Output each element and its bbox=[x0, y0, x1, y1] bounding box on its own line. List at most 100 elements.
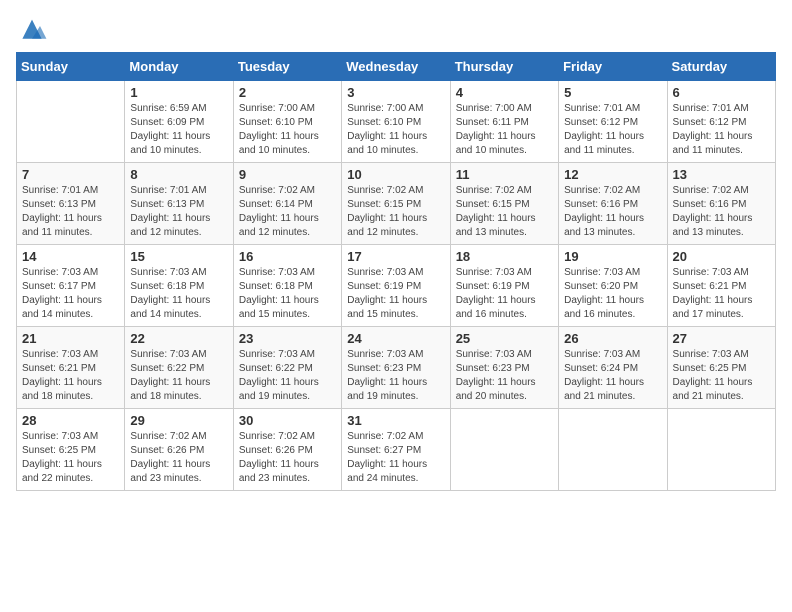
calendar-week-row: 14 Sunrise: 7:03 AM Sunset: 6:17 PM Dayli… bbox=[17, 245, 776, 327]
day-number: 17 bbox=[347, 249, 444, 264]
day-number: 15 bbox=[130, 249, 227, 264]
day-number: 20 bbox=[673, 249, 770, 264]
calendar-header-thursday: Thursday bbox=[450, 53, 558, 81]
calendar-cell: 25 Sunrise: 7:03 AM Sunset: 6:23 PM Dayli… bbox=[450, 327, 558, 409]
page-header bbox=[16, 16, 776, 44]
day-number: 23 bbox=[239, 331, 336, 346]
calendar-cell: 2 Sunrise: 7:00 AM Sunset: 6:10 PM Daylig… bbox=[233, 81, 341, 163]
calendar-cell: 23 Sunrise: 7:03 AM Sunset: 6:22 PM Dayli… bbox=[233, 327, 341, 409]
day-info: Sunrise: 7:03 AM Sunset: 6:21 PM Dayligh… bbox=[673, 266, 770, 322]
day-info: Sunrise: 7:02 AM Sunset: 6:16 PM Dayligh… bbox=[564, 184, 661, 240]
calendar-cell: 19 Sunrise: 7:03 AM Sunset: 6:20 PM Dayli… bbox=[559, 245, 667, 327]
day-info: Sunrise: 7:03 AM Sunset: 6:18 PM Dayligh… bbox=[239, 266, 336, 322]
calendar-cell: 27 Sunrise: 7:03 AM Sunset: 6:25 PM Dayli… bbox=[667, 327, 775, 409]
calendar-header-friday: Friday bbox=[559, 53, 667, 81]
logo bbox=[16, 16, 52, 44]
calendar-cell: 6 Sunrise: 7:01 AM Sunset: 6:12 PM Daylig… bbox=[667, 81, 775, 163]
calendar-cell: 8 Sunrise: 7:01 AM Sunset: 6:13 PM Daylig… bbox=[125, 163, 233, 245]
day-info: Sunrise: 7:02 AM Sunset: 6:15 PM Dayligh… bbox=[347, 184, 444, 240]
calendar-cell: 1 Sunrise: 6:59 AM Sunset: 6:09 PM Daylig… bbox=[125, 81, 233, 163]
calendar-week-row: 1 Sunrise: 6:59 AM Sunset: 6:09 PM Daylig… bbox=[17, 81, 776, 163]
calendar-cell: 14 Sunrise: 7:03 AM Sunset: 6:17 PM Dayli… bbox=[17, 245, 125, 327]
day-number: 26 bbox=[564, 331, 661, 346]
day-number: 13 bbox=[673, 167, 770, 182]
calendar-cell: 22 Sunrise: 7:03 AM Sunset: 6:22 PM Dayli… bbox=[125, 327, 233, 409]
day-info: Sunrise: 7:03 AM Sunset: 6:21 PM Dayligh… bbox=[22, 348, 119, 404]
day-info: Sunrise: 7:00 AM Sunset: 6:11 PM Dayligh… bbox=[456, 102, 553, 158]
day-info: Sunrise: 7:02 AM Sunset: 6:27 PM Dayligh… bbox=[347, 430, 444, 486]
calendar-cell: 13 Sunrise: 7:02 AM Sunset: 6:16 PM Dayli… bbox=[667, 163, 775, 245]
day-number: 22 bbox=[130, 331, 227, 346]
day-info: Sunrise: 7:01 AM Sunset: 6:13 PM Dayligh… bbox=[22, 184, 119, 240]
day-number: 12 bbox=[564, 167, 661, 182]
calendar-cell: 20 Sunrise: 7:03 AM Sunset: 6:21 PM Dayli… bbox=[667, 245, 775, 327]
day-info: Sunrise: 7:01 AM Sunset: 6:13 PM Dayligh… bbox=[130, 184, 227, 240]
day-number: 6 bbox=[673, 85, 770, 100]
day-number: 2 bbox=[239, 85, 336, 100]
day-number: 4 bbox=[456, 85, 553, 100]
day-info: Sunrise: 7:03 AM Sunset: 6:25 PM Dayligh… bbox=[673, 348, 770, 404]
calendar-cell: 5Sunrise: 7:01 AM Sunset: 6:12 PM Daylig… bbox=[559, 81, 667, 163]
calendar-cell: 18 Sunrise: 7:03 AM Sunset: 6:19 PM Dayli… bbox=[450, 245, 558, 327]
day-number: 5 bbox=[564, 85, 661, 100]
calendar-cell bbox=[559, 409, 667, 491]
day-info: Sunrise: 7:03 AM Sunset: 6:17 PM Dayligh… bbox=[22, 266, 119, 322]
day-number: 27 bbox=[673, 331, 770, 346]
day-number: 25 bbox=[456, 331, 553, 346]
calendar-week-row: 7 Sunrise: 7:01 AM Sunset: 6:13 PM Daylig… bbox=[17, 163, 776, 245]
day-info: Sunrise: 7:03 AM Sunset: 6:23 PM Dayligh… bbox=[347, 348, 444, 404]
day-info: Sunrise: 7:02 AM Sunset: 6:26 PM Dayligh… bbox=[239, 430, 336, 486]
calendar-header-sunday: Sunday bbox=[17, 53, 125, 81]
calendar-cell: 7 Sunrise: 7:01 AM Sunset: 6:13 PM Daylig… bbox=[17, 163, 125, 245]
day-number: 7 bbox=[22, 167, 119, 182]
day-info: Sunrise: 7:02 AM Sunset: 6:15 PM Dayligh… bbox=[456, 184, 553, 240]
calendar-header-tuesday: Tuesday bbox=[233, 53, 341, 81]
calendar-cell: 12 Sunrise: 7:02 AM Sunset: 6:16 PM Dayli… bbox=[559, 163, 667, 245]
day-number: 24 bbox=[347, 331, 444, 346]
calendar-cell: 11Sunrise: 7:02 AM Sunset: 6:15 PM Dayli… bbox=[450, 163, 558, 245]
calendar-cell: 26 Sunrise: 7:03 AM Sunset: 6:24 PM Dayli… bbox=[559, 327, 667, 409]
calendar-cell: 16 Sunrise: 7:03 AM Sunset: 6:18 PM Dayli… bbox=[233, 245, 341, 327]
calendar-header-monday: Monday bbox=[125, 53, 233, 81]
day-info: Sunrise: 7:03 AM Sunset: 6:22 PM Dayligh… bbox=[239, 348, 336, 404]
calendar-cell: 30 Sunrise: 7:02 AM Sunset: 6:26 PM Dayli… bbox=[233, 409, 341, 491]
day-info: Sunrise: 7:03 AM Sunset: 6:22 PM Dayligh… bbox=[130, 348, 227, 404]
calendar-table: SundayMondayTuesdayWednesdayThursdayFrid… bbox=[16, 52, 776, 491]
calendar-cell: 3Sunrise: 7:00 AM Sunset: 6:10 PM Daylig… bbox=[342, 81, 450, 163]
calendar-cell: 9 Sunrise: 7:02 AM Sunset: 6:14 PM Daylig… bbox=[233, 163, 341, 245]
calendar-cell: 29 Sunrise: 7:02 AM Sunset: 6:26 PM Dayli… bbox=[125, 409, 233, 491]
day-info: Sunrise: 7:00 AM Sunset: 6:10 PM Dayligh… bbox=[239, 102, 336, 158]
day-number: 16 bbox=[239, 249, 336, 264]
calendar-cell: 10 Sunrise: 7:02 AM Sunset: 6:15 PM Dayli… bbox=[342, 163, 450, 245]
day-info: Sunrise: 7:00 AM Sunset: 6:10 PM Dayligh… bbox=[347, 102, 444, 158]
calendar-cell bbox=[17, 81, 125, 163]
day-number: 31 bbox=[347, 413, 444, 428]
logo-icon bbox=[16, 16, 48, 44]
day-info: Sunrise: 7:03 AM Sunset: 6:23 PM Dayligh… bbox=[456, 348, 553, 404]
calendar-cell bbox=[667, 409, 775, 491]
day-number: 9 bbox=[239, 167, 336, 182]
day-number: 29 bbox=[130, 413, 227, 428]
day-number: 14 bbox=[22, 249, 119, 264]
calendar-cell: 17 Sunrise: 7:03 AM Sunset: 6:19 PM Dayli… bbox=[342, 245, 450, 327]
day-number: 18 bbox=[456, 249, 553, 264]
day-info: Sunrise: 7:01 AM Sunset: 6:12 PM Dayligh… bbox=[673, 102, 770, 158]
day-number: 30 bbox=[239, 413, 336, 428]
day-info: Sunrise: 7:03 AM Sunset: 6:20 PM Dayligh… bbox=[564, 266, 661, 322]
day-info: Sunrise: 7:02 AM Sunset: 6:14 PM Dayligh… bbox=[239, 184, 336, 240]
day-number: 19 bbox=[564, 249, 661, 264]
day-info: Sunrise: 7:03 AM Sunset: 6:19 PM Dayligh… bbox=[347, 266, 444, 322]
day-number: 1 bbox=[130, 85, 227, 100]
day-number: 28 bbox=[22, 413, 119, 428]
day-info: Sunrise: 6:59 AM Sunset: 6:09 PM Dayligh… bbox=[130, 102, 227, 158]
calendar-header-wednesday: Wednesday bbox=[342, 53, 450, 81]
calendar-cell: 31 Sunrise: 7:02 AM Sunset: 6:27 PM Dayli… bbox=[342, 409, 450, 491]
calendar-header-saturday: Saturday bbox=[667, 53, 775, 81]
day-info: Sunrise: 7:03 AM Sunset: 6:19 PM Dayligh… bbox=[456, 266, 553, 322]
day-number: 8 bbox=[130, 167, 227, 182]
day-info: Sunrise: 7:03 AM Sunset: 6:24 PM Dayligh… bbox=[564, 348, 661, 404]
day-info: Sunrise: 7:02 AM Sunset: 6:26 PM Dayligh… bbox=[130, 430, 227, 486]
day-number: 10 bbox=[347, 167, 444, 182]
day-number: 21 bbox=[22, 331, 119, 346]
day-info: Sunrise: 7:02 AM Sunset: 6:16 PM Dayligh… bbox=[673, 184, 770, 240]
